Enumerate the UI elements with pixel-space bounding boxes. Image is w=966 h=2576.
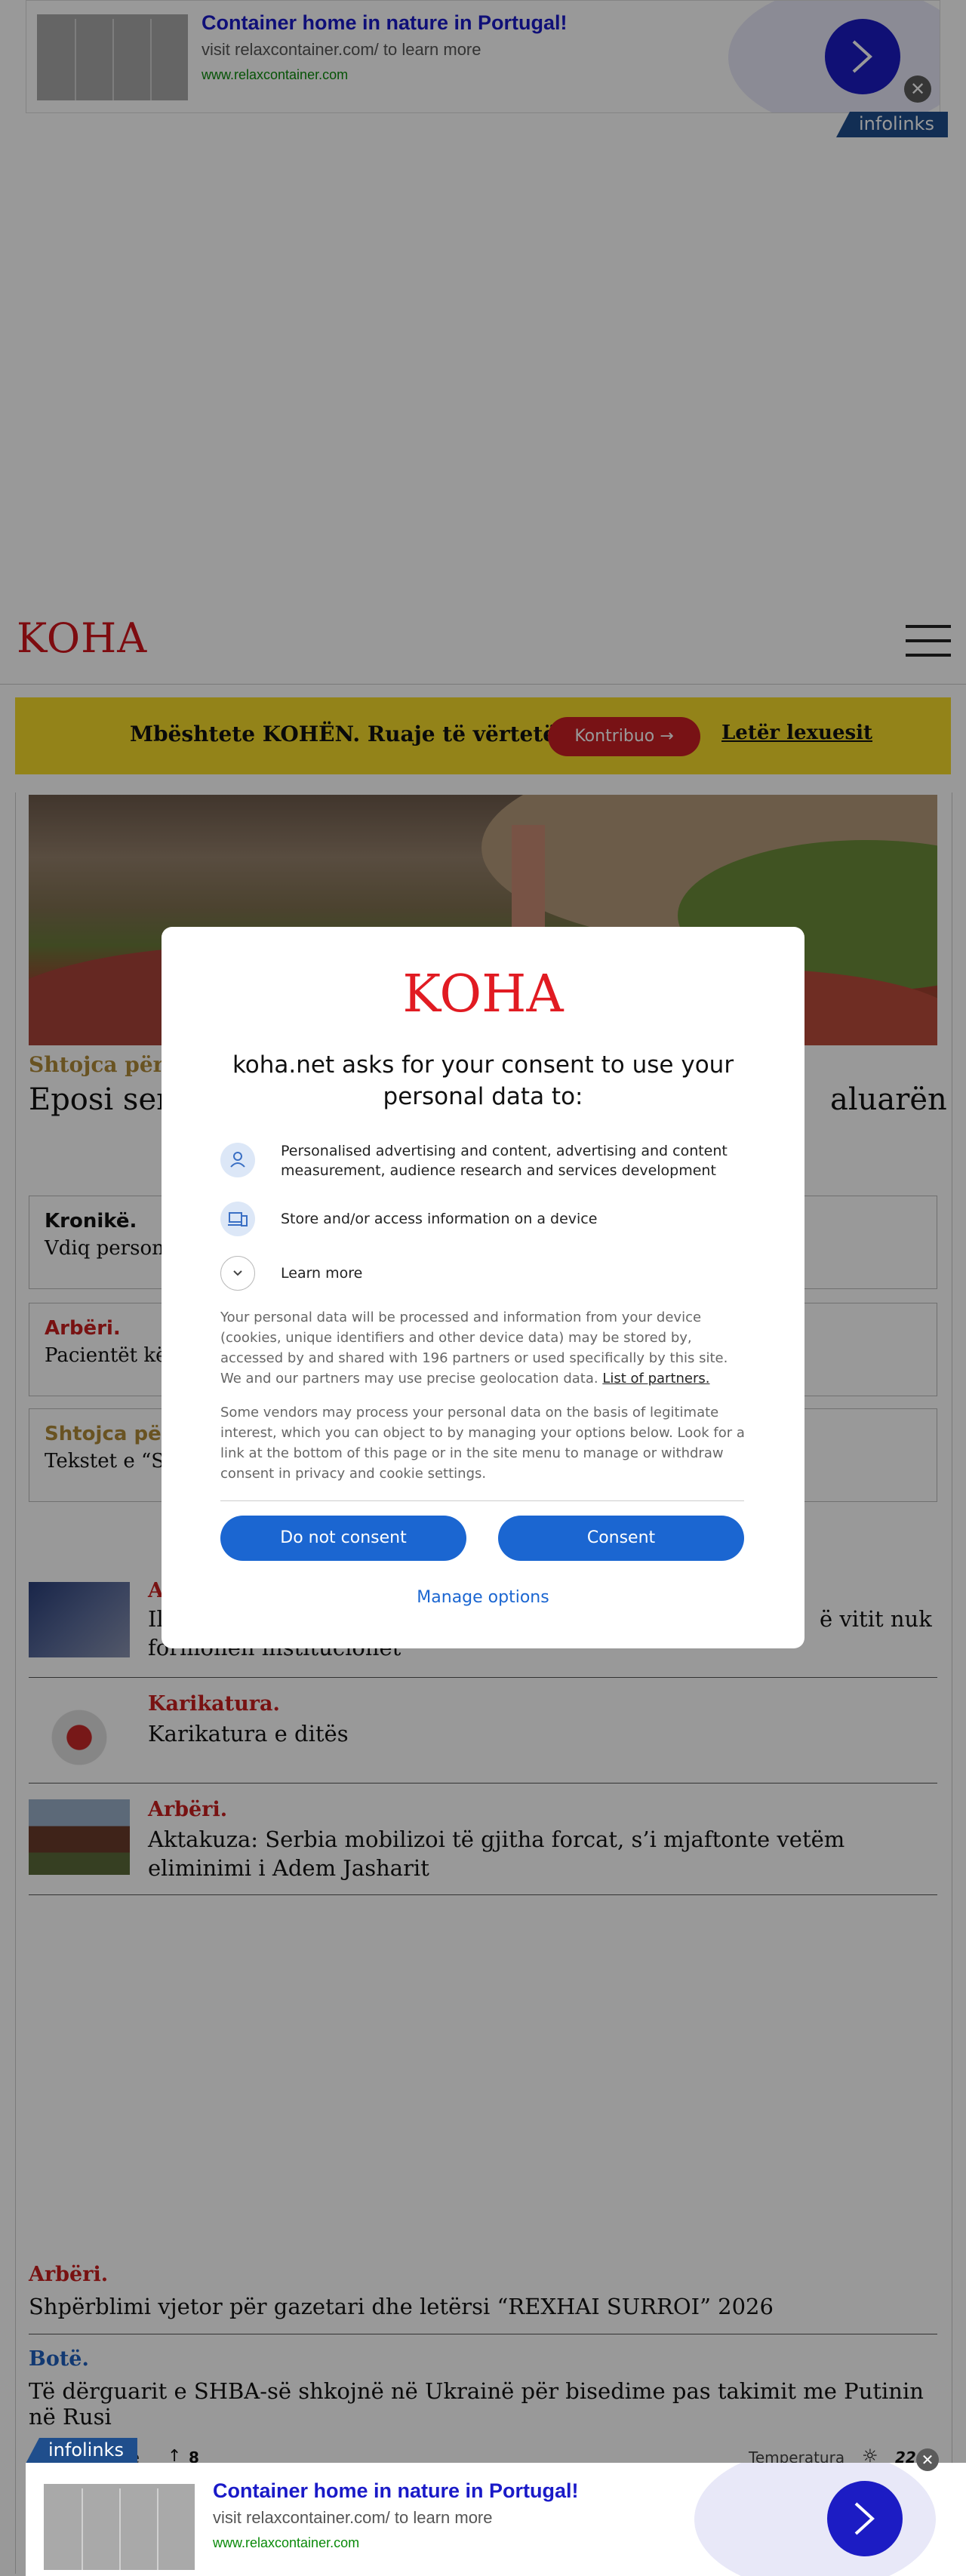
- chevron-down-icon[interactable]: [220, 1256, 255, 1291]
- consent-heading: koha.net asks for your consent to use yo…: [232, 1051, 734, 1110]
- consent-divider: [220, 1500, 744, 1501]
- ad-close-icon[interactable]: ✕: [916, 2448, 939, 2471]
- ad-thumbnail: [44, 2484, 195, 2570]
- ad-url[interactable]: www.relaxcontainer.com: [213, 2535, 359, 2551]
- devices-icon: [220, 1202, 255, 1236]
- bottom-ad[interactable]: Container home in nature in Portugal! vi…: [26, 2463, 966, 2576]
- infolinks-badge[interactable]: infolinks: [26, 2438, 137, 2464]
- ad-arrow-button[interactable]: [827, 2481, 903, 2556]
- manage-options-link[interactable]: Manage options: [162, 1588, 804, 1607]
- legitimate-interest-paragraph: Some vendors may process your personal d…: [220, 1405, 745, 1482]
- consent-dialog: KOHA koha.net asks for your consent to u…: [162, 927, 804, 1648]
- ad-title[interactable]: Container home in nature in Portugal!: [213, 2479, 579, 2503]
- partners-link[interactable]: List of partners.: [602, 1371, 709, 1386]
- consent-logo: KOHA: [402, 965, 564, 1024]
- consent-paragraph: Your personal data will be processed and…: [220, 1307, 749, 1389]
- learn-more-label[interactable]: Learn more: [281, 1263, 362, 1283]
- purpose-label: Personalised advertising and content, ad…: [281, 1143, 728, 1179]
- purpose-label: Store and/or access information on a dev…: [281, 1211, 598, 1227]
- ad-description: visit relaxcontainer.com/ to learn more: [213, 2508, 493, 2527]
- consent-button[interactable]: Consent: [498, 1516, 744, 1561]
- do-not-consent-button[interactable]: Do not consent: [220, 1516, 466, 1561]
- person-icon: [220, 1143, 255, 1177]
